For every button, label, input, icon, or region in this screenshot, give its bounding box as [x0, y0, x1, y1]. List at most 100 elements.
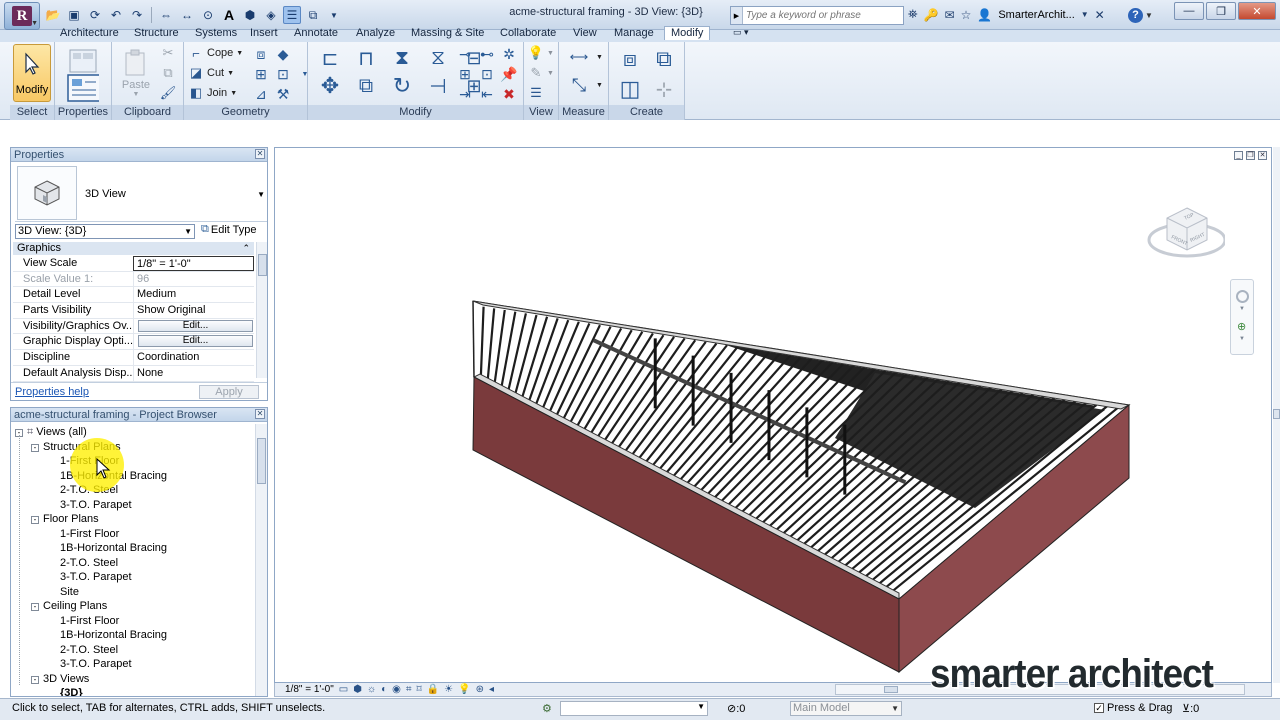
extend-icon[interactable]: ⇤	[476, 84, 498, 104]
tab-annotate[interactable]: Annotate	[294, 27, 338, 39]
steering-wheel-icon[interactable]	[1236, 290, 1249, 303]
tab-analyze[interactable]: Analyze	[356, 27, 395, 39]
checkbox-checked-icon[interactable]: ✓	[1094, 703, 1104, 713]
ribbon-toggle-icon[interactable]: ▭ ▾	[733, 27, 749, 38]
detail-level-icon[interactable]: ▭	[339, 684, 348, 695]
type-selector[interactable]: 3D View ▼	[15, 166, 267, 222]
tree-view-item[interactable]: Site	[60, 585, 79, 599]
workset-dropdown[interactable]: ▼	[560, 701, 708, 716]
tree-view-item[interactable]: 1B-Horizontal Bracing	[60, 628, 167, 642]
sync-icon[interactable]: ⟳	[86, 6, 104, 24]
split-element-icon[interactable]: ⊸	[454, 44, 476, 64]
copy-clipboard-button[interactable]: ⧉	[160, 64, 176, 82]
worksets-icon[interactable]: ⚙	[542, 702, 552, 715]
delete-icon[interactable]: ✖	[498, 84, 520, 104]
tab-modify[interactable]: Modify	[664, 26, 711, 40]
tree-view-item[interactable]: 3-T.O. Parapet	[60, 657, 132, 671]
join-button[interactable]: ◧ Join ▼	[188, 84, 237, 102]
application-menu-button[interactable]: R ▼	[4, 2, 40, 30]
tab-systems[interactable]: Systems	[195, 27, 237, 39]
save-icon[interactable]: ▣	[65, 6, 83, 24]
collapse-bar-icon[interactable]: ◂	[489, 684, 494, 695]
cope-button[interactable]: ⌐ Cope ▼	[188, 44, 243, 62]
modify-button[interactable]: Modify	[13, 44, 51, 102]
override-graphics-button[interactable]: ✎ ▼	[528, 64, 554, 82]
right-edge-scrollbar[interactable]	[1273, 147, 1280, 683]
measure-button[interactable]: ⟷ ▼	[565, 48, 603, 66]
chevron-down-icon[interactable]: ▼	[1239, 336, 1245, 342]
pin-icon[interactable]: 📌	[498, 64, 520, 84]
thin-lines-icon[interactable]: ☰	[283, 6, 301, 24]
open-icon[interactable]: 📂	[44, 6, 62, 24]
hide-button[interactable]: 💡 ▼	[528, 44, 554, 62]
tree-group[interactable]: - Floor Plans	[31, 512, 99, 526]
undo-icon[interactable]: ↶	[107, 6, 125, 24]
tab-view[interactable]: View	[573, 27, 597, 39]
tree-view-item[interactable]: 3-T.O. Parapet	[60, 498, 132, 512]
create-similar-icon[interactable]: ⊹	[647, 74, 681, 104]
match-properties-button[interactable]: 🖌	[160, 84, 177, 102]
structural-model[interactable]	[275, 148, 1273, 684]
mirror-draw-icon[interactable]: ⧖	[420, 44, 456, 72]
hammer-icon[interactable]: ⚒	[272, 84, 294, 104]
browser-scrollbar[interactable]	[255, 424, 267, 696]
text-icon[interactable]: A	[220, 6, 238, 24]
tag-icon[interactable]: ⊙	[199, 6, 217, 24]
graphic-display-edit-button[interactable]: Edit...	[138, 335, 253, 348]
create-group-icon[interactable]: ◫	[613, 74, 647, 104]
subscription-icon[interactable]: 🔑	[924, 8, 939, 22]
collapse-toggle-icon[interactable]: -	[31, 516, 39, 524]
discipline-field[interactable]: Coordination	[133, 350, 254, 365]
press-drag-toggle[interactable]: ✓ Press & Drag	[1094, 702, 1172, 714]
search-input[interactable]	[743, 10, 898, 21]
crop-view-icon[interactable]: ⌗	[406, 684, 412, 695]
apply-button[interactable]: Apply	[199, 385, 259, 399]
analytical-model-icon[interactable]: ⊛	[476, 684, 484, 695]
tab-structure[interactable]: Structure	[134, 27, 179, 39]
paint-icon[interactable]: ◆	[272, 44, 294, 64]
collapse-toggle-icon[interactable]: -	[31, 675, 39, 684]
demolish-icon[interactable]: ⊞	[250, 64, 272, 84]
tree-view-item[interactable]: 1B-Horizontal Bracing	[60, 541, 167, 555]
close-hidden-icon[interactable]: ⧉	[304, 6, 322, 24]
3d-viewport[interactable]: _ ❐ ✕ TOP FRONT RIGHT ▼ ⊕ ▼	[274, 147, 1272, 683]
copy-modify-icon[interactable]: ⧉	[348, 72, 384, 100]
sun-path-icon[interactable]: ☼	[367, 684, 376, 695]
tree-view-item[interactable]: 1-First Floor	[60, 614, 119, 628]
paste-button[interactable]: Paste ▼	[118, 44, 154, 102]
trim-icon[interactable]: ⊣	[420, 72, 456, 100]
mirror-axis-icon[interactable]: ⧗	[384, 44, 420, 72]
scroll-thumb[interactable]	[884, 686, 898, 693]
align-icon[interactable]: ⊏	[312, 44, 348, 72]
instance-selector[interactable]: 3D View: {3D} ▼	[15, 224, 195, 239]
tab-manage[interactable]: Manage	[614, 27, 654, 39]
tree-group[interactable]: -3D Views	[31, 672, 89, 686]
crop-region-icon[interactable]: ⌑	[417, 684, 422, 695]
unpin-icon[interactable]: ✲	[498, 44, 520, 64]
collapse-toggle-icon[interactable]: -	[31, 443, 39, 452]
visibility-graphics-edit-button[interactable]: Edit...	[138, 319, 253, 332]
tab-collaborate[interactable]: Collaborate	[500, 27, 556, 39]
tree-group[interactable]: - Ceiling Plans	[31, 599, 107, 613]
tree-view-item[interactable]: 3-T.O. Parapet	[60, 570, 132, 584]
properties-help-link[interactable]: Properties help	[15, 386, 89, 398]
close-button[interactable]: ✕	[1238, 2, 1276, 20]
chevron-right-icon[interactable]: ▶	[731, 7, 743, 24]
section-icon[interactable]: ◈	[262, 6, 280, 24]
join-roof-icon[interactable]: ⊡	[272, 64, 294, 84]
scroll-thumb[interactable]	[258, 254, 267, 276]
user-name[interactable]: SmarterArchit...	[998, 9, 1074, 21]
tree-view-item[interactable]: 1-First Floor	[60, 527, 119, 541]
type-properties-button[interactable]	[63, 44, 103, 102]
visual-style-icon[interactable]: ⬢	[353, 684, 362, 695]
dimension-icon[interactable]: ↔	[178, 6, 196, 24]
3d-view-icon[interactable]: ⬢	[241, 6, 259, 24]
analysis-display-field[interactable]: None	[133, 365, 254, 381]
beam-join-icon[interactable]: ⊿	[250, 84, 272, 104]
tab-architecture[interactable]: Architecture	[60, 27, 119, 39]
tree-view-item[interactable]: {3D}	[60, 686, 83, 696]
create-parts-icon[interactable]: ⧉	[647, 44, 681, 74]
binoculars-icon[interactable]: ⛯	[908, 7, 918, 22]
redo-icon[interactable]: ↷	[128, 6, 146, 24]
tree-view-item[interactable]: 2-T.O. Steel	[60, 643, 118, 657]
